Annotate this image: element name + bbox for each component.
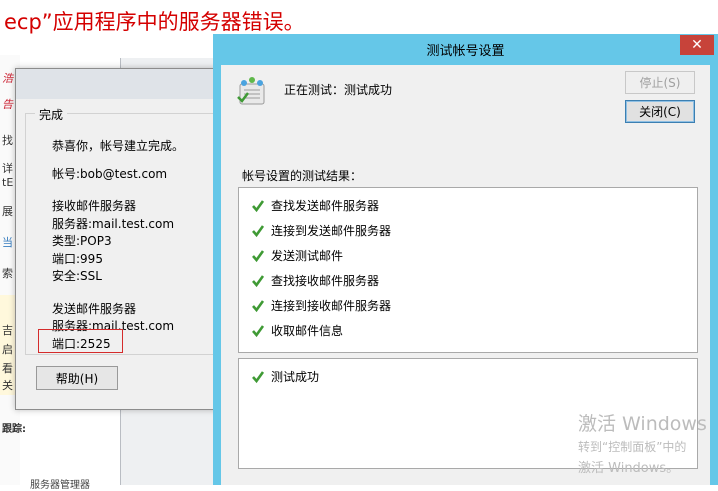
result-label: 查找发送邮件服务器 (271, 199, 380, 213)
account-summary: 恭喜你，帐号建立完成。 帐号:bob@test.com 接收邮件服务器 服务器:… (52, 138, 184, 353)
check-icon (252, 274, 265, 287)
close-button[interactable]: 关闭(C) (625, 100, 695, 123)
activation-watermark-title: 激活 Windows (578, 413, 707, 435)
result-item: 查找接收邮件服务器 (251, 272, 379, 289)
background-fragment: 看 (2, 362, 13, 375)
background-fragment: 找 (2, 134, 13, 147)
background-fragment: 浩 (2, 72, 13, 85)
result-item: 发送测试邮件 (251, 247, 343, 264)
background-fragment: 关 (2, 379, 13, 392)
result-item: 连接到接收邮件服务器 (251, 297, 391, 314)
test-status-text: 正在测试：测试成功 (284, 83, 393, 97)
incoming-server: 服务器:mail.test.com (52, 216, 175, 231)
result-label: 发送测试邮件 (271, 249, 344, 263)
help-button[interactable]: 帮助(H) (36, 366, 118, 390)
background-fragment: 展 (2, 205, 13, 218)
incoming-type: 类型:POP3 (52, 234, 112, 248)
test-status-icon (237, 77, 265, 105)
account-complete-dialog: 完成 恭喜你，帐号建立完成。 帐号:bob@test.com 接收邮件服务器 服… (15, 68, 231, 410)
summary-item: 测试成功 (251, 368, 319, 385)
background-fragment: 告 (2, 98, 13, 111)
background-fragment: tE (2, 176, 14, 189)
results-list: 查找发送邮件服务器 连接到发送邮件服务器 发送测试邮件 查找接收邮件服务器 连接… (238, 187, 698, 353)
background-fragment: 详 (2, 162, 13, 175)
outgoing-title: 发送邮件服务器 (52, 301, 137, 316)
dialog-title: 测试帐号设置 (426, 44, 505, 59)
result-item: 查找发送邮件服务器 (251, 197, 379, 214)
background-bottom-link[interactable]: 服务器管理器 (30, 476, 90, 491)
check-icon (252, 224, 265, 237)
group-title: 完成 (35, 106, 68, 123)
background-fragment: 索 (2, 267, 13, 280)
activation-watermark-line: 转到“控制面板”中的 (578, 440, 687, 454)
background-heading: ecp”应用程序中的服务器错误。 (4, 10, 305, 34)
background-fragment: 启 (2, 343, 13, 356)
close-icon[interactable]: ✕ (680, 35, 714, 55)
incoming-title: 接收邮件服务器 (52, 199, 137, 213)
summary-label: 测试成功 (271, 370, 320, 384)
result-item: 收取邮件信息 (251, 322, 343, 339)
result-item: 连接到发送邮件服务器 (251, 222, 391, 239)
background-fragment: 当 (2, 236, 13, 249)
incoming-port: 端口:995 (52, 251, 103, 266)
congrats-text: 恭喜你，帐号建立完成。 (52, 139, 185, 153)
result-label: 连接到发送邮件服务器 (271, 224, 392, 238)
incoming-security: 安全:SSL (52, 269, 102, 283)
account-text: 帐号:bob@test.com (52, 166, 168, 181)
result-label: 查找接收邮件服务器 (271, 274, 380, 288)
background-fragment: 跟踪: (2, 424, 26, 435)
result-label: 收取邮件信息 (271, 324, 344, 338)
check-icon (252, 299, 265, 312)
check-icon (252, 199, 265, 212)
check-icon (252, 370, 265, 383)
check-icon (252, 249, 265, 262)
results-label: 帐号设置的测试结果： (242, 169, 363, 183)
activation-watermark-line: 激活 Windows。 (578, 461, 680, 476)
check-icon (252, 324, 265, 337)
dialog-titlebar[interactable] (16, 69, 230, 99)
result-label: 连接到接收邮件服务器 (271, 299, 392, 313)
port-highlight-box (38, 329, 123, 353)
background-fragment: 吉 (2, 324, 13, 337)
stop-button[interactable]: 停止(S) (625, 71, 695, 94)
